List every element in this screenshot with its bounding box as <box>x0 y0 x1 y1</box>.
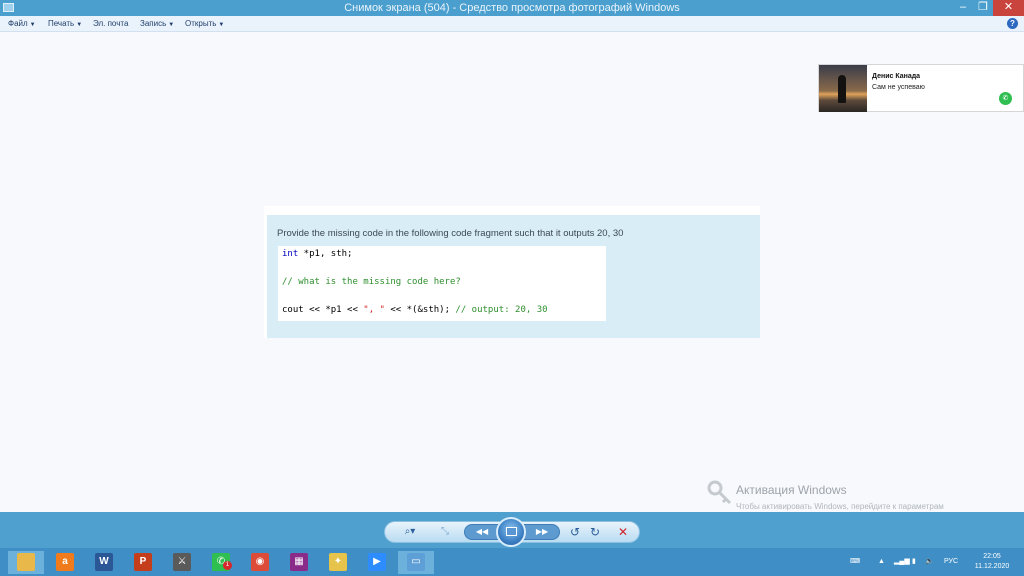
viewer-toolbar: ⌕▾ ⤡ ◀◀ ▶▶ ↺ ↻ ✕ <box>0 512 1024 548</box>
battery-icon[interactable]: ▮ <box>912 548 916 576</box>
notification-toast[interactable]: Денис Канада Сам не успеваю ✆ <box>818 64 1024 112</box>
question-text: Provide the missing code in the followin… <box>277 228 624 239</box>
chevron-down-icon: ▼ <box>76 22 83 28</box>
taskbar-zoom[interactable]: ▶ <box>359 551 395 574</box>
notification-message: Сам не успеваю <box>872 84 925 91</box>
taskbar: a W P ⚔ ✆ 1 ◉ ▦ ✦ ▶ ▭ ⌨ ▲ ▂▄▆ ▮ 🔈 РУС 22:05 11.12.… <box>0 548 1024 576</box>
whatsapp-icon: ✆ <box>999 92 1012 105</box>
photo-viewer-icon: ▭ <box>407 553 425 571</box>
menu-bar: Файл ▼ Печать ▼ Эл. почта Запись ▼ Открыть ▼… <box>0 16 1024 32</box>
question-panel: Provide the missing code in the followin… <box>267 215 760 338</box>
actual-size-icon[interactable]: ⤡ <box>435 524 455 540</box>
code-line-3: cout << *p1 << ", " << *(&sth); // outpu… <box>282 305 548 315</box>
zoom-icon[interactable]: ⌕▾ <box>399 524 421 540</box>
window-title: Снимок экрана (504) - Средство просмотра… <box>344 2 680 14</box>
file-explorer-icon <box>17 553 35 571</box>
chevron-down-icon: ▼ <box>29 22 36 28</box>
displayed-image: Provide the missing code in the followin… <box>264 206 760 338</box>
minimize-icon[interactable]: – <box>952 0 974 16</box>
keyboard-icon[interactable]: ⌨ <box>850 548 860 576</box>
volume-icon[interactable]: 🔈 <box>925 548 934 576</box>
code-keyword: int <box>282 249 299 259</box>
previous-icon[interactable]: ◀◀ <box>469 525 495 539</box>
clock[interactable]: 22:05 11.12.2020 <box>966 552 1018 572</box>
code-text: *p1, sth; <box>298 249 353 259</box>
rotate-left-icon[interactable]: ↺ <box>567 524 583 540</box>
menu-print[interactable]: Печать ▼ <box>48 18 82 31</box>
slideshow-icon[interactable] <box>496 517 526 547</box>
rotate-right-icon[interactable]: ↻ <box>587 524 603 540</box>
taskbar-winrar[interactable]: ▦ <box>281 551 317 574</box>
code-line-1: int *p1, sth; <box>282 249 352 259</box>
clock-date: 11.12.2020 <box>974 563 1010 570</box>
code-string: ", " <box>363 305 385 315</box>
viewer-controls: ⌕▾ ⤡ ◀◀ ▶▶ ↺ ↻ ✕ <box>384 517 640 547</box>
menu-open-label: Открыть <box>185 19 217 28</box>
photo-app-icon: ✦ <box>329 553 347 571</box>
avatar-figure <box>838 75 846 103</box>
menu-email-label: Эл. почта <box>93 19 129 28</box>
chrome-icon: ◉ <box>251 553 269 571</box>
menu-print-label: Печать <box>48 19 75 28</box>
menu-burn[interactable]: Запись ▼ <box>140 18 174 31</box>
taskbar-photo-viewer[interactable]: ▭ <box>398 551 434 574</box>
delete-icon[interactable]: ✕ <box>615 524 631 540</box>
avatar <box>819 65 867 112</box>
word-icon: W <box>95 553 113 571</box>
clock-time: 22:05 <box>983 553 1001 560</box>
code-text: cout << *p1 << <box>282 305 364 315</box>
avast-icon: a <box>56 553 74 571</box>
code-line-2: // what is the missing code here? <box>282 277 461 287</box>
winrar-icon: ▦ <box>290 553 308 571</box>
help-icon[interactable]: ? <box>1007 18 1018 29</box>
chevron-down-icon: ▼ <box>218 22 225 28</box>
powerpoint-icon: P <box>134 553 152 571</box>
taskbar-photo-app[interactable]: ✦ <box>320 551 356 574</box>
show-hidden-icons[interactable]: ▲ <box>878 548 885 576</box>
notification-sender: Денис Канада <box>872 73 921 80</box>
slideshow-screen <box>506 527 517 536</box>
menu-file-label: Файл <box>8 19 28 28</box>
counter-strike-icon: ⚔ <box>173 553 191 571</box>
code-block: int *p1, sth; // what is the missing cod… <box>278 246 606 321</box>
taskbar-file-explorer[interactable] <box>8 551 44 574</box>
taskbar-avast[interactable]: a <box>47 551 83 574</box>
code-text: << *(&sth); <box>384 305 456 315</box>
taskbar-chrome[interactable]: ◉ <box>242 551 278 574</box>
key-icon <box>707 480 732 505</box>
menu-burn-label: Запись <box>140 19 167 28</box>
menu-email[interactable]: Эл. почта <box>93 18 128 29</box>
notification-badge: 1 <box>223 561 232 570</box>
next-icon[interactable]: ▶▶ <box>529 525 555 539</box>
zoom-icon: ▶ <box>368 553 386 571</box>
menu-file[interactable]: Файл ▼ <box>8 18 36 31</box>
taskbar-powerpoint[interactable]: P <box>125 551 161 574</box>
taskbar-whatsapp[interactable]: ✆ 1 <box>203 551 239 574</box>
title-bar: Снимок экрана (504) - Средство просмотра… <box>0 0 1024 16</box>
taskbar-word[interactable]: W <box>86 551 122 574</box>
network-icon[interactable]: ▂▄▆ <box>894 548 910 576</box>
chevron-down-icon: ▼ <box>168 22 175 28</box>
restore-icon[interactable]: ❐ <box>974 0 992 16</box>
close-icon[interactable]: ✕ <box>993 0 1024 16</box>
language-indicator[interactable]: РУС <box>944 548 958 576</box>
menu-open[interactable]: Открыть ▼ <box>185 18 224 31</box>
taskbar-counter-strike[interactable]: ⚔ <box>164 551 200 574</box>
activation-title: Активация Windows <box>736 483 847 497</box>
code-comment: // output: 20, 30 <box>455 305 548 315</box>
